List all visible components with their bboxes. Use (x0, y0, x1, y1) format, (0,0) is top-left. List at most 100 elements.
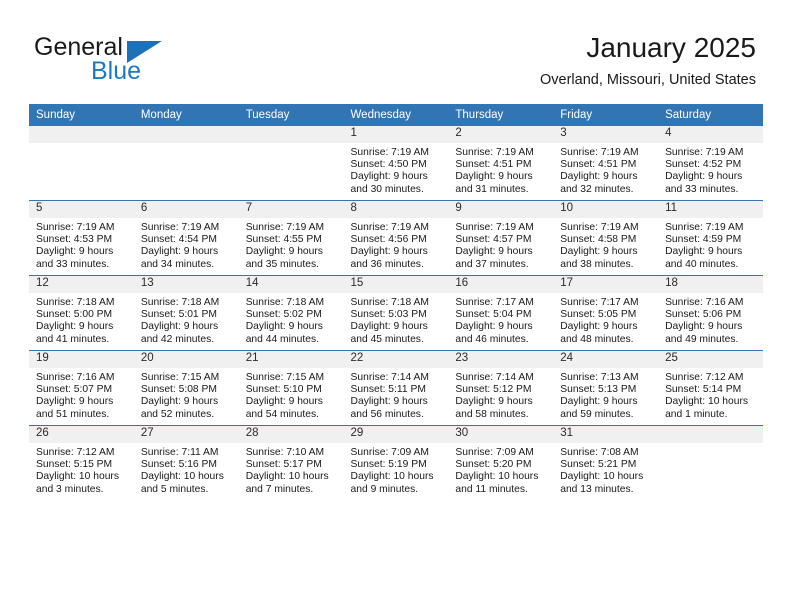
day-number: 16 (448, 276, 554, 293)
sunrise-text: Sunrise: 7:19 AM (665, 147, 744, 158)
calendar-day-cell[interactable]: 7 Sunrise: 7:19 AM Sunset: 4:55 PM Daylight… (238, 200, 344, 276)
sunset-text: Sunset: 5:00 PM (36, 309, 113, 321)
day-number (133, 126, 239, 143)
daylight-text: and 38 minutes. (560, 258, 634, 270)
daylight-text: Daylight: 9 hours (350, 396, 428, 408)
day-number: 19 (29, 351, 134, 368)
calendar-day-cell[interactable]: 5 Sunrise: 7:19 AM Sunset: 4:53 PM Daylight… (29, 200, 134, 276)
daylight-text: Daylight: 9 hours (245, 396, 323, 408)
sunset-text: Sunset: 5:14 PM (665, 384, 742, 396)
daylight-text: Daylight: 9 hours (560, 246, 638, 258)
calendar-day-cell[interactable]: 17 Sunrise: 7:17 AM Sunset: 5:05 PM Dayligh… (553, 275, 659, 351)
calendar-day-cell[interactable]: 31 Sunrise: 7:08 AM Sunset: 5:21 PM Dayligh… (553, 425, 659, 500)
calendar-day-cell[interactable]: 3 Sunrise: 7:19 AM Sunset: 4:51 PM Daylight… (553, 126, 659, 201)
sunrise-text: Sunrise: 7:19 AM (245, 222, 325, 233)
sunset-text: Sunset: 5:20 PM (455, 459, 532, 471)
sunrise-text: Sunrise: 7:19 AM (36, 222, 115, 233)
calendar-day-cell[interactable]: 10 Sunrise: 7:19 AM Sunset: 4:58 PM Dayligh… (553, 200, 659, 276)
sunset-text: Sunset: 5:01 PM (140, 309, 217, 321)
daylight-text: and 30 minutes. (350, 183, 424, 195)
calendar-day-cell[interactable]: 11 Sunrise: 7:19 AM Sunset: 4:59 PM Dayligh… (658, 200, 763, 276)
calendar-day-cell[interactable]: 16 Sunrise: 7:17 AM Sunset: 5:04 PM Dayligh… (448, 275, 554, 351)
page-title: January 2025 (586, 32, 756, 63)
calendar-day-cell[interactable]: 27 Sunrise: 7:11 AM Sunset: 5:16 PM Dayligh… (133, 425, 239, 500)
calendar-day-cell[interactable]: 25 Sunrise: 7:12 AM Sunset: 5:14 PM Dayligh… (658, 350, 763, 426)
calendar-day-cell[interactable]: 4 Sunrise: 7:19 AM Sunset: 4:52 PM Daylight… (658, 126, 763, 201)
calendar-day-cell[interactable]: 19 Sunrise: 7:16 AM Sunset: 5:07 PM Dayligh… (29, 350, 134, 426)
sunrise-text: Sunrise: 7:12 AM (665, 372, 744, 383)
sunset-text: Sunset: 4:53 PM (36, 234, 113, 246)
calendar-day-cell[interactable]: 24 Sunrise: 7:13 AM Sunset: 5:13 PM Dayligh… (553, 350, 659, 426)
daylight-text: Daylight: 9 hours (36, 396, 114, 408)
calendar-day-cell[interactable]: 9 Sunrise: 7:19 AM Sunset: 4:57 PM Daylight… (448, 200, 554, 276)
daylight-text: and 13 minutes. (560, 483, 634, 495)
day-number: 24 (553, 351, 659, 368)
sunset-text: Sunset: 4:56 PM (350, 234, 427, 246)
sunrise-text: Sunrise: 7:09 AM (455, 447, 534, 458)
daylight-text: Daylight: 10 hours (455, 471, 539, 483)
day-number: 27 (133, 426, 239, 443)
sunset-text: Sunset: 5:21 PM (560, 459, 637, 471)
sunrise-text: Sunrise: 7:19 AM (665, 222, 744, 233)
calendar-day-cell[interactable]: 28 Sunrise: 7:10 AM Sunset: 5:17 PM Dayligh… (238, 425, 344, 500)
day-details: Sunrise: 7:19 AM Sunset: 4:54 PM Daylight:… (134, 218, 239, 271)
day-number: 17 (553, 276, 659, 293)
day-details: Sunrise: 7:19 AM Sunset: 4:50 PM Daylight:… (344, 143, 449, 196)
daylight-text: and 56 minutes. (350, 408, 424, 420)
daylight-text: and 54 minutes. (245, 408, 319, 420)
day-details: Sunrise: 7:19 AM Sunset: 4:59 PM Daylight:… (658, 218, 763, 271)
day-details: Sunrise: 7:14 AM Sunset: 5:12 PM Daylight:… (448, 368, 553, 421)
calendar-day-cell[interactable]: 12 Sunrise: 7:18 AM Sunset: 5:00 PM Dayligh… (29, 275, 134, 351)
sunrise-text: Sunrise: 7:12 AM (36, 447, 115, 458)
calendar-day-cell[interactable]: 14 Sunrise: 7:18 AM Sunset: 5:02 PM Dayligh… (238, 275, 344, 351)
day-number: 4 (658, 126, 763, 143)
day-details: Sunrise: 7:19 AM Sunset: 4:51 PM Daylight:… (553, 143, 658, 196)
daylight-text: Daylight: 10 hours (560, 471, 644, 483)
location-subtitle: Overland, Missouri, United States (540, 72, 756, 88)
sunset-text: Sunset: 5:06 PM (665, 309, 742, 321)
calendar-day-cell[interactable]: 2 Sunrise: 7:19 AM Sunset: 4:51 PM Daylight… (448, 126, 554, 201)
calendar-day-cell[interactable]: 8 Sunrise: 7:19 AM Sunset: 4:56 PM Daylight… (343, 200, 449, 276)
sunset-text: Sunset: 4:59 PM (665, 234, 742, 246)
day-details: Sunrise: 7:15 AM Sunset: 5:08 PM Daylight:… (134, 368, 239, 421)
day-details: Sunrise: 7:11 AM Sunset: 5:16 PM Daylight:… (134, 443, 239, 496)
sunrise-text: Sunrise: 7:09 AM (350, 447, 429, 458)
calendar-day-cell[interactable]: 13 Sunrise: 7:18 AM Sunset: 5:01 PM Dayligh… (133, 275, 239, 351)
daylight-text: and 59 minutes. (560, 408, 634, 420)
weekday-header-friday: Friday (553, 104, 659, 126)
day-number (658, 426, 763, 443)
calendar-day-cell[interactable]: 18 Sunrise: 7:16 AM Sunset: 5:06 PM Dayligh… (658, 275, 763, 351)
day-details: Sunrise: 7:19 AM Sunset: 4:52 PM Daylight:… (658, 143, 763, 196)
calendar-day-cell[interactable]: 23 Sunrise: 7:14 AM Sunset: 5:12 PM Dayligh… (448, 350, 554, 426)
sunrise-text: Sunrise: 7:14 AM (350, 372, 429, 383)
sunrise-text: Sunrise: 7:19 AM (455, 222, 534, 233)
sunrise-text: Sunrise: 7:19 AM (350, 222, 429, 233)
sunset-text: Sunset: 4:58 PM (560, 234, 637, 246)
daylight-text: and 51 minutes. (36, 408, 110, 420)
weekday-header-wednesday: Wednesday (343, 104, 449, 126)
calendar-day-cell[interactable]: 20 Sunrise: 7:15 AM Sunset: 5:08 PM Dayligh… (133, 350, 239, 426)
daylight-text: and 9 minutes. (350, 483, 419, 495)
calendar-day-cell[interactable]: 30 Sunrise: 7:09 AM Sunset: 5:20 PM Dayligh… (448, 425, 554, 500)
calendar-day-cell[interactable]: 1 Sunrise: 7:19 AM Sunset: 4:50 PM Daylight… (343, 126, 449, 201)
sunrise-text: Sunrise: 7:18 AM (350, 297, 429, 308)
sunrise-text: Sunrise: 7:16 AM (665, 297, 744, 308)
day-number: 3 (553, 126, 659, 143)
calendar-day-cell[interactable]: 26 Sunrise: 7:12 AM Sunset: 5:15 PM Dayligh… (29, 425, 134, 500)
calendar-day-cell[interactable]: 21 Sunrise: 7:15 AM Sunset: 5:10 PM Dayligh… (238, 350, 344, 426)
general-blue-logo[interactable]: General Blue (34, 33, 264, 88)
daylight-text: and 37 minutes. (455, 258, 529, 270)
daylight-text: Daylight: 9 hours (350, 321, 428, 333)
calendar-day-cell[interactable]: 15 Sunrise: 7:18 AM Sunset: 5:03 PM Dayligh… (343, 275, 449, 351)
daylight-text: and 7 minutes. (245, 483, 314, 495)
daylight-text: Daylight: 10 hours (665, 396, 749, 408)
calendar-day-cell[interactable]: 29 Sunrise: 7:09 AM Sunset: 5:19 PM Dayligh… (343, 425, 449, 500)
calendar-day-cell[interactable]: 6 Sunrise: 7:19 AM Sunset: 4:54 PM Daylight… (133, 200, 239, 276)
day-details: Sunrise: 7:09 AM Sunset: 5:19 PM Daylight:… (344, 443, 449, 496)
calendar-day-cell-empty (658, 425, 763, 500)
day-number: 30 (448, 426, 554, 443)
day-number: 5 (29, 201, 134, 218)
day-details: Sunrise: 7:19 AM Sunset: 4:58 PM Daylight:… (553, 218, 658, 271)
calendar-day-cell-empty (133, 126, 239, 201)
calendar-day-cell[interactable]: 22 Sunrise: 7:14 AM Sunset: 5:11 PM Dayligh… (343, 350, 449, 426)
